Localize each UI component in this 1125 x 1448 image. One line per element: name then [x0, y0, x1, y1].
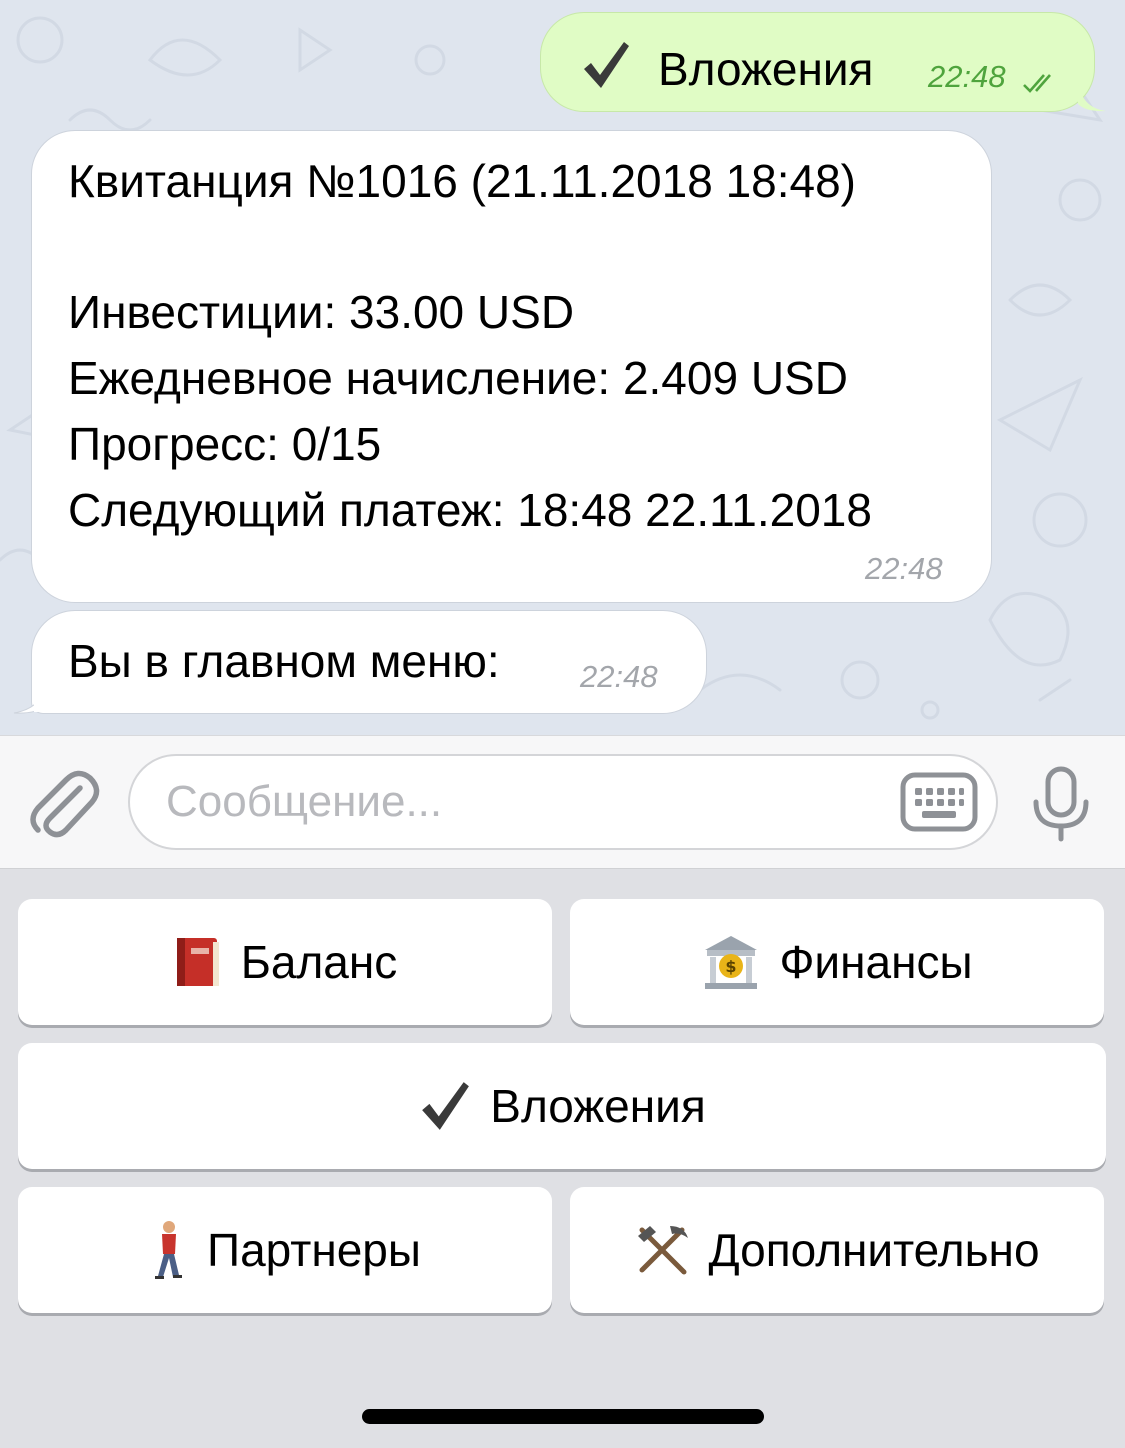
menu-message-time: 22:48 — [580, 659, 658, 694]
bubble-tail — [13, 684, 46, 714]
outgoing-message-bubble[interactable]: Вложения 22:48 — [540, 12, 1106, 112]
receipt-next-payment: Следующий платеж: 18:48 22.11.2018 — [68, 484, 872, 536]
bot-reply-keyboard: Баланс $ Финансы Вложения Партнеры Допол… — [0, 869, 1125, 1448]
receipt-message-bubble[interactable]: Квитанция №1016 (21.11.2018 18:48) Инвес… — [31, 130, 992, 603]
balance-button-label: Баланс — [240, 936, 398, 988]
message-input-container[interactable] — [128, 754, 998, 850]
message-input[interactable] — [166, 776, 866, 828]
balance-button[interactable]: Баланс — [18, 899, 552, 1025]
finances-button-label: Финансы — [779, 936, 973, 988]
heavy-check-mark-icon — [422, 1082, 470, 1130]
hammer-and-pick-icon — [638, 1226, 689, 1275]
additional-button[interactable]: Дополнительно — [570, 1187, 1104, 1313]
double-check-icon — [1023, 74, 1051, 93]
finances-button[interactable]: $ Финансы — [570, 899, 1104, 1025]
outgoing-message-text: Вложения — [658, 43, 874, 95]
home-indicator — [362, 1409, 764, 1424]
receipt-time: 22:48 — [865, 551, 943, 586]
investments-button-label: Вложения — [490, 1080, 706, 1132]
menu-message-text: Вы в главном меню: — [68, 635, 500, 687]
partners-button-label: Партнеры — [207, 1224, 421, 1276]
message-input-panel — [0, 735, 1125, 869]
walking-person-icon — [155, 1221, 183, 1279]
receipt-progress: Прогресс: 0/15 — [68, 418, 382, 470]
heavy-check-mark-icon — [584, 42, 629, 88]
receipt-title: Квитанция №1016 (21.11.2018 18:48) — [68, 155, 856, 207]
chat-area[interactable]: Вложения 22:48 Квитанция №1016 (21.11.20… — [0, 0, 1125, 735]
red-book-icon — [176, 938, 219, 986]
bubble-tail — [1078, 82, 1106, 112]
receipt-investment: Инвестиции: 33.00 USD — [68, 286, 575, 338]
additional-button-label: Дополнительно — [708, 1224, 1040, 1276]
paperclip-icon[interactable] — [28, 766, 100, 840]
receipt-daily-accrual: Ежедневное начисление: 2.409 USD — [68, 352, 848, 404]
menu-message-bubble[interactable]: Вы в главном меню: 22:48 — [13, 610, 707, 714]
partners-button[interactable]: Партнеры — [18, 1187, 552, 1313]
bank-icon: $ — [705, 936, 758, 989]
outgoing-message-time: 22:48 — [928, 59, 1006, 94]
keyboard-icon[interactable] — [900, 772, 978, 832]
microphone-icon[interactable] — [1030, 766, 1092, 842]
svg-text:$: $ — [726, 957, 737, 976]
investments-button[interactable]: Вложения — [18, 1043, 1106, 1169]
